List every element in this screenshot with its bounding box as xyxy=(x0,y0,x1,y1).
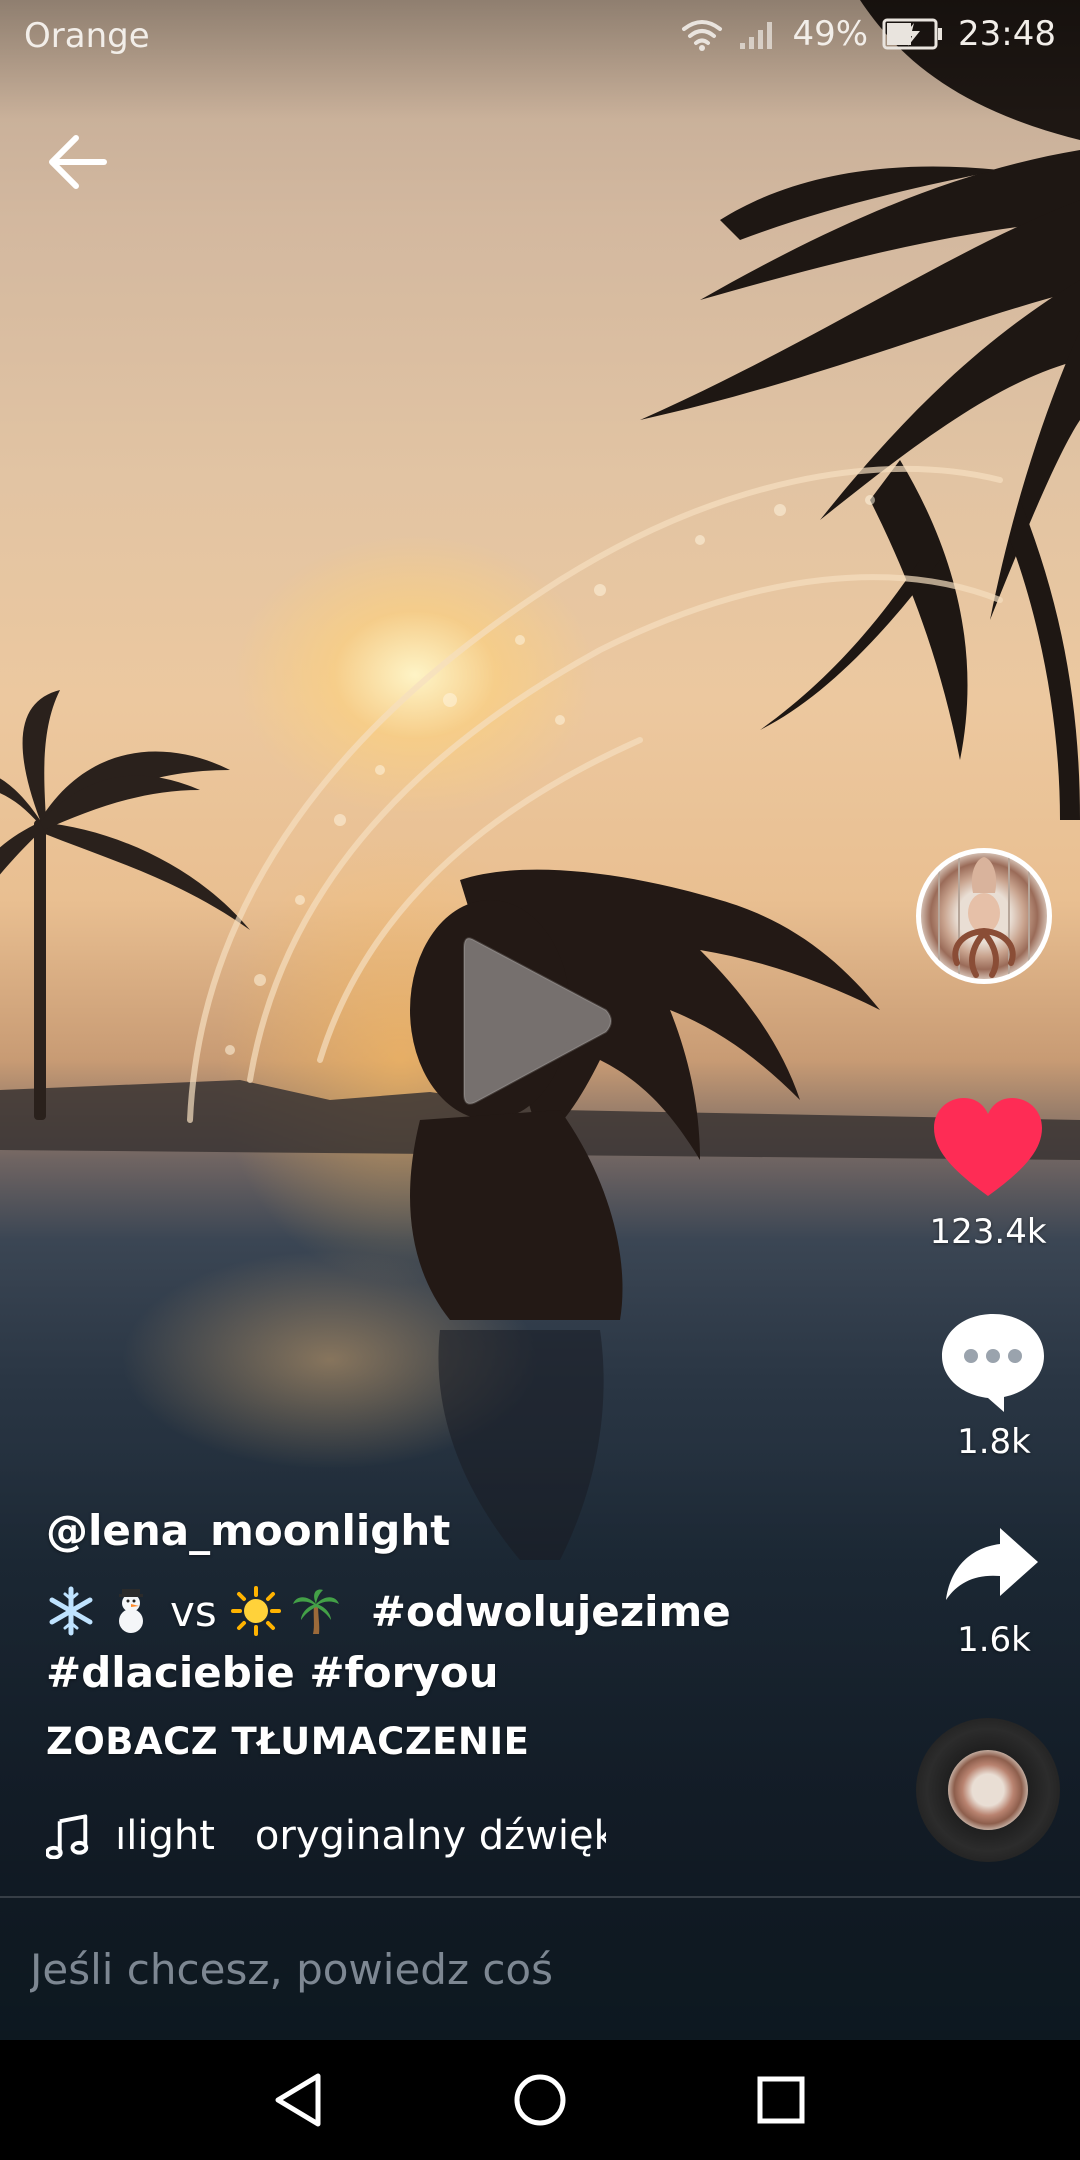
play-icon[interactable] xyxy=(456,926,616,1116)
battery-charging-icon xyxy=(882,18,943,50)
snowflake-emoji xyxy=(49,1586,93,1636)
caption-vs: vs xyxy=(170,1586,217,1636)
sun-emoji xyxy=(230,1586,281,1636)
carrier-name: Orange xyxy=(24,16,150,56)
signal-icon xyxy=(740,22,773,49)
avatar-image xyxy=(938,853,1030,979)
caption-line-2: #dlaciebie #foryou xyxy=(46,1648,499,1697)
music-disc[interactable] xyxy=(916,1718,1060,1862)
music-note-icon xyxy=(46,1814,89,1859)
comment-bubble-icon[interactable] xyxy=(938,1310,1048,1414)
caption-line-1: vs #odwolujezime xyxy=(46,1586,731,1636)
back-button[interactable] xyxy=(44,130,120,194)
palm-tree-emoji xyxy=(292,1589,339,1634)
comment-input[interactable] xyxy=(0,1898,1080,2040)
android-nav-bar xyxy=(0,2040,1080,2160)
like-count: 123.4k xyxy=(929,1212,1047,1252)
battery-percent: 49% xyxy=(792,14,869,54)
share-count: 1.6k xyxy=(957,1620,1031,1660)
nav-back-icon[interactable] xyxy=(260,2064,340,2136)
creator-username[interactable]: @lena_moonlight xyxy=(46,1506,450,1555)
music-title-fragment: ılight xyxy=(115,1813,215,1859)
music-info[interactable]: ılight oryginalny dźwięk xyxy=(46,1808,606,1864)
hashtag-foryou[interactable]: #foryou xyxy=(309,1648,498,1697)
status-bar: Orange 49% 23:48 xyxy=(0,0,1080,74)
music-disc-thumbnail xyxy=(948,1750,1028,1830)
snowman-emoji xyxy=(119,1589,143,1633)
share-arrow-icon[interactable] xyxy=(942,1524,1042,1604)
hashtag-dlaciebie[interactable]: #dlaciebie xyxy=(46,1648,295,1697)
music-title: oryginalny dźwięk xyxy=(254,1813,606,1859)
arrow-left-icon xyxy=(49,135,107,189)
see-translation-link[interactable]: ZOBACZ TŁUMACZENIE xyxy=(46,1720,529,1763)
nav-home-icon[interactable] xyxy=(500,2064,580,2136)
hashtag-odwolujezime[interactable]: #odwolujezime xyxy=(371,1587,731,1636)
music-title-marquee: ılight oryginalny dźwięk xyxy=(115,1813,606,1859)
clock: 23:48 xyxy=(958,14,1056,54)
like-heart-icon[interactable] xyxy=(932,1096,1044,1200)
creator-avatar[interactable] xyxy=(916,848,1052,984)
wifi-icon xyxy=(682,20,723,51)
comment-count: 1.8k xyxy=(957,1422,1031,1462)
nav-recents-icon[interactable] xyxy=(740,2064,820,2136)
